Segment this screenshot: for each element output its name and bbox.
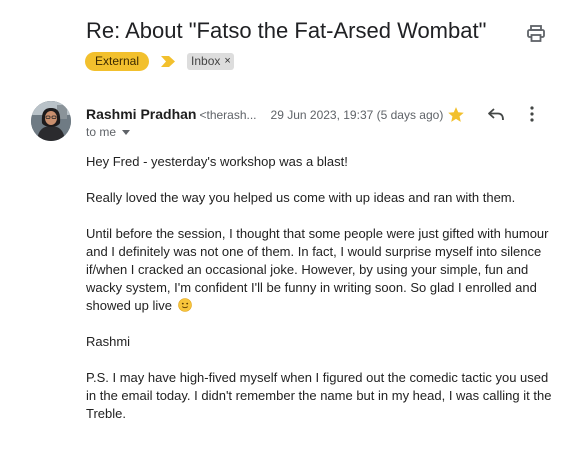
sender-email: <therash... (199, 108, 257, 122)
body-signature: Rashmi (86, 334, 131, 349)
inbox-label-text: Inbox (191, 54, 221, 68)
body-paragraph-with-emoji: Until before the session, I thought that… (86, 225, 556, 315)
to-me-label: to me (86, 125, 117, 139)
avatar[interactable] (31, 101, 71, 141)
inbox-label: Inbox × (187, 53, 234, 70)
slightly-smiling-face-emoji (177, 298, 192, 312)
star-icon (448, 107, 464, 122)
remove-inbox-label-button[interactable]: × (224, 53, 230, 70)
body-postscript: P.S. I may have high-fived myself when I… (86, 370, 552, 421)
email-subject: Re: About "Fatso the Fat-Arsed Wombat" (86, 18, 487, 43)
star-button[interactable] (447, 106, 467, 124)
more-options-button[interactable] (529, 106, 543, 124)
reply-button[interactable] (487, 107, 507, 123)
caret-down-icon (122, 129, 131, 135)
avatar-image (31, 101, 71, 141)
importance-marker-icon[interactable] (161, 56, 177, 68)
external-label: External (85, 52, 150, 71)
reply-icon (488, 108, 504, 121)
email-view: Re: About "Fatso the Fat-Arsed Wombat" E… (0, 0, 563, 455)
recipients-toggle[interactable]: to me (86, 125, 131, 139)
body-paragraph-text: Until before the session, I thought that… (86, 226, 549, 313)
print-button[interactable] (526, 23, 546, 43)
body-paragraph: Really loved the way you helped us come … (86, 190, 516, 205)
labels-row: External Inbox × (85, 52, 234, 71)
email-date: 29 Jun 2023, 19:37 (5 days ago) (270, 108, 444, 122)
printer-icon (527, 24, 545, 42)
more-vert-icon (530, 106, 534, 122)
sender-name[interactable]: Rashmi Pradhan (86, 106, 196, 122)
sender-row: Rashmi Pradhan <therash... 29 Jun 2023, … (86, 106, 443, 122)
email-body: Hey Fred - yesterday's workshop was a bl… (86, 153, 556, 423)
body-paragraph: Hey Fred - yesterday's workshop was a bl… (86, 154, 348, 169)
